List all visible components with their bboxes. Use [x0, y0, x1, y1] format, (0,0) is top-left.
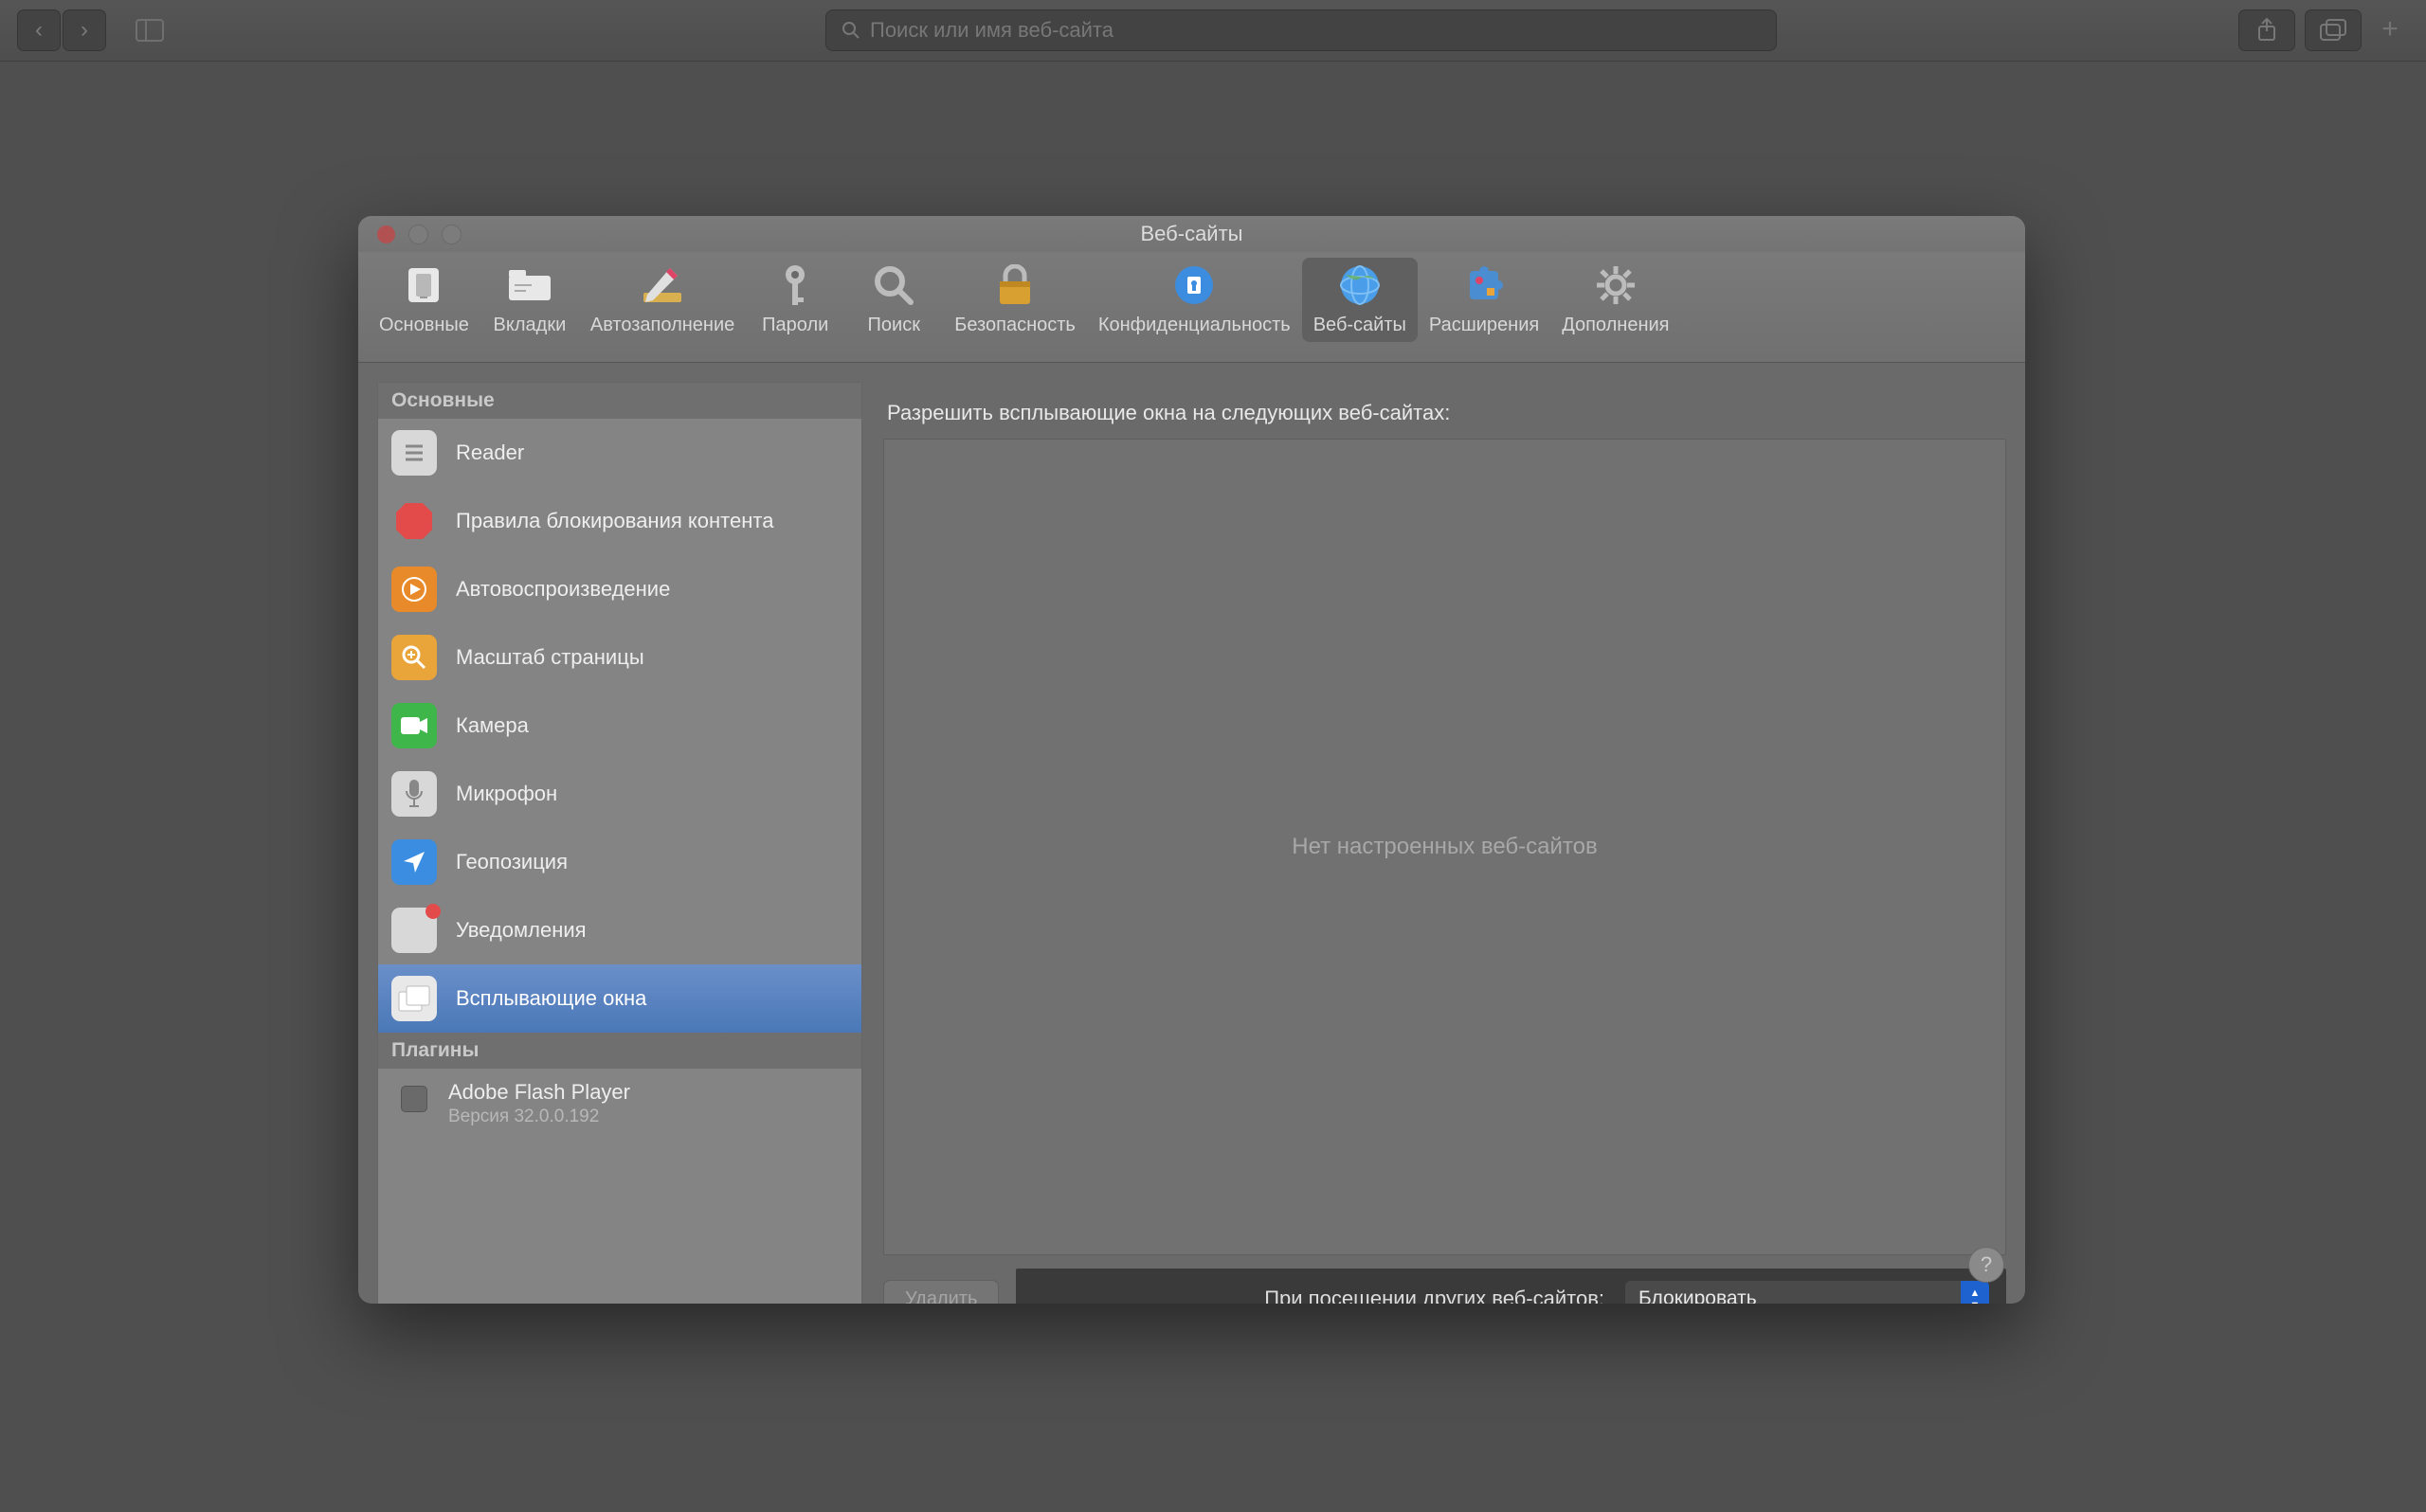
- autoplay-icon: [391, 567, 437, 612]
- tab-label: Поиск: [868, 315, 920, 336]
- sidebar-item-autoplay[interactable]: Автовоспроизведение: [378, 555, 861, 623]
- default-policy-select[interactable]: Блокировать ▲▼: [1625, 1281, 1989, 1304]
- sidebar-item-camera[interactable]: Камера: [378, 692, 861, 760]
- remove-button[interactable]: Удалить: [883, 1280, 999, 1304]
- popups-icon: [391, 976, 437, 1021]
- content-heading: Разрешить всплывающие окна на следующих …: [887, 401, 2006, 425]
- websites-list[interactable]: Нет настроенных веб-сайтов: [883, 439, 2006, 1255]
- preferences-body: Основные Reader Правила блокирования кон…: [358, 363, 2025, 1304]
- tab-autofill[interactable]: Автозаполнение: [579, 258, 746, 342]
- camera-icon: [391, 703, 437, 748]
- select-stepper-icon: ▲▼: [1961, 1281, 1989, 1304]
- sidebar-item-page-zoom[interactable]: Масштаб страницы: [378, 623, 861, 692]
- tab-label: Конфиденциальность: [1098, 315, 1291, 336]
- search-icon: [870, 261, 917, 309]
- tab-label: Основные: [379, 315, 469, 336]
- lock-icon: [991, 261, 1039, 309]
- plugin-name: Adobe Flash Player: [448, 1080, 630, 1105]
- sidebar-item-plugin[interactable]: Adobe Flash Player Версия 32.0.0.192: [378, 1069, 861, 1139]
- preferences-window: Веб-сайты Основные Вкладки Автозаполнени…: [358, 216, 2025, 1304]
- location-icon: [391, 839, 437, 885]
- badge-dot-icon: [425, 904, 441, 919]
- tab-search[interactable]: Поиск: [844, 258, 943, 342]
- close-window-button[interactable]: [377, 225, 395, 243]
- tab-advanced[interactable]: Дополнения: [1550, 258, 1680, 342]
- tab-label: Расширения: [1429, 315, 1539, 336]
- zoom-icon: [391, 635, 437, 680]
- select-value: Блокировать: [1638, 1287, 1757, 1304]
- websites-sidebar: Основные Reader Правила блокирования кон…: [377, 382, 862, 1304]
- preferences-toolbar: Основные Вкладки Автозаполнение Пароли П…: [358, 252, 2025, 363]
- tab-tabs[interactable]: Вкладки: [480, 258, 579, 342]
- question-icon: ?: [1981, 1252, 1992, 1277]
- minimize-window-button[interactable]: [408, 225, 428, 244]
- sidebar-item-label: Масштаб страницы: [456, 645, 644, 670]
- tab-label: Безопасность: [954, 315, 1076, 336]
- tab-label: Вкладки: [494, 315, 567, 336]
- privacy-icon: [1170, 261, 1218, 309]
- sidebar-section-header: Основные: [378, 383, 861, 419]
- tab-passwords[interactable]: Пароли: [746, 258, 844, 342]
- tab-label: Автозаполнение: [590, 315, 734, 336]
- reader-icon: [391, 430, 437, 476]
- sidebar-item-label: Reader: [456, 441, 524, 465]
- sidebar-item-location[interactable]: Геопозиция: [378, 828, 861, 896]
- sidebar-item-popups[interactable]: Всплывающие окна: [378, 964, 861, 1033]
- plugin-version: Версия 32.0.0.192: [448, 1107, 630, 1127]
- window-titlebar[interactable]: Веб-сайты: [358, 216, 2025, 252]
- tab-websites[interactable]: Веб-сайты: [1302, 258, 1418, 342]
- content-footer: Удалить При посещении других веб-сайтов:…: [883, 1269, 2006, 1304]
- plugin-text-group: Adobe Flash Player Версия 32.0.0.192: [448, 1080, 630, 1127]
- content-pane: Разрешить всплывающие окна на следующих …: [883, 382, 2006, 1304]
- notifications-icon: [391, 908, 437, 953]
- key-icon: [771, 261, 819, 309]
- sidebar-item-content-blockers[interactable]: Правила блокирования контента: [378, 487, 861, 555]
- sidebar-section-header: Плагины: [378, 1033, 861, 1069]
- tab-extensions[interactable]: Расширения: [1418, 258, 1550, 342]
- plugin-checkbox[interactable]: [401, 1086, 427, 1112]
- autofill-icon: [639, 261, 686, 309]
- sidebar-item-label: Автовоспроизведение: [456, 577, 670, 602]
- sidebar-item-microphone[interactable]: Микрофон: [378, 760, 861, 828]
- blocker-icon: [391, 498, 437, 544]
- sidebar-item-label: Всплывающие окна: [456, 986, 646, 1011]
- general-icon: [400, 261, 447, 309]
- tab-label: Веб-сайты: [1313, 315, 1406, 336]
- tab-security[interactable]: Безопасность: [943, 258, 1087, 342]
- zoom-window-button[interactable]: [442, 225, 462, 244]
- sidebar-item-label: Микрофон: [456, 782, 557, 806]
- gear-icon: [1592, 261, 1639, 309]
- sidebar-item-label: Камера: [456, 713, 529, 738]
- tab-privacy[interactable]: Конфиденциальность: [1087, 258, 1302, 342]
- tab-label: Дополнения: [1562, 315, 1669, 336]
- sidebar-item-label: Уведомления: [456, 918, 587, 943]
- sidebar-item-label: Правила блокирования контента: [456, 509, 773, 533]
- tab-general[interactable]: Основные: [368, 258, 480, 342]
- default-policy-label: При посещении других веб-сайтов:: [1264, 1287, 1604, 1304]
- tabs-icon: [506, 261, 553, 309]
- tab-label: Пароли: [762, 315, 828, 336]
- window-title: Веб-сайты: [358, 222, 2025, 246]
- help-button[interactable]: ?: [1968, 1247, 2004, 1283]
- microphone-icon: [391, 771, 437, 817]
- default-policy-row: При посещении других веб-сайтов: Блокиро…: [1016, 1269, 2006, 1304]
- sidebar-item-reader[interactable]: Reader: [378, 419, 861, 487]
- globe-icon: [1336, 261, 1384, 309]
- extensions-icon: [1460, 261, 1508, 309]
- sidebar-item-label: Геопозиция: [456, 850, 568, 874]
- empty-list-message: Нет настроенных веб-сайтов: [1292, 834, 1597, 860]
- sidebar-item-notifications[interactable]: Уведомления: [378, 896, 861, 964]
